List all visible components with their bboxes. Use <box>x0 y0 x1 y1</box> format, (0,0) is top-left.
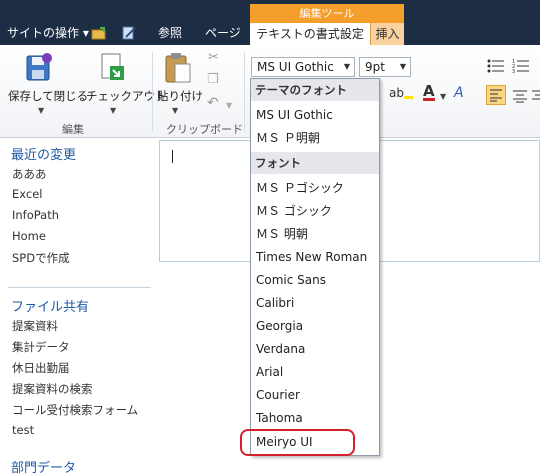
font-option[interactable]: ＭＳ ゴシック <box>256 200 374 222</box>
nav-divider <box>8 287 151 288</box>
font-option[interactable]: Calibri <box>256 292 374 314</box>
ribbon-separator <box>244 52 245 132</box>
checkout-icon[interactable] <box>98 52 128 84</box>
nav-item[interactable]: 集計データ <box>12 339 70 355</box>
save-close-icon[interactable] <box>24 52 54 84</box>
font-size-select[interactable]: 9pt ▼ <box>359 57 411 77</box>
site-actions-menu[interactable]: サイトの操作 ▾ <box>7 22 89 45</box>
tab-page[interactable]: ページ <box>205 22 241 45</box>
undo-icon[interactable]: ↶ <box>207 95 219 111</box>
font-option[interactable]: Arial <box>256 361 374 383</box>
align-center-icon[interactable] <box>511 87 529 105</box>
highlight-annotation <box>240 429 355 456</box>
font-option[interactable]: MS UI Gothic <box>256 104 374 126</box>
top-bar: サイトの操作 ▾ 参照 ページ 編集ツール テキストの書式設定 挿入 <box>0 0 540 45</box>
bullet-list-icon[interactable] <box>487 58 505 74</box>
nav-heading-dept[interactable]: 部門データ <box>11 457 76 476</box>
font-option[interactable]: Verdana <box>256 338 374 360</box>
undo-dropdown-icon[interactable]: ▼ <box>226 101 232 110</box>
group-clipboard-label: クリップボード <box>166 123 243 136</box>
text-cursor <box>172 150 173 163</box>
tab-browse[interactable]: 参照 <box>158 22 182 45</box>
nav-item[interactable]: 休日出勤届 <box>12 360 70 376</box>
font-family-value: MS UI Gothic <box>257 60 334 74</box>
menu-section-fonts: フォント <box>251 152 379 174</box>
paste-dropdown-icon[interactable]: ▼ <box>172 106 178 115</box>
font-option[interactable]: Georgia <box>256 315 374 337</box>
chevron-down-icon: ▼ <box>343 62 350 71</box>
font-color-dropdown-icon[interactable]: ▼ <box>440 92 446 101</box>
ribbon-separator <box>152 52 153 132</box>
nav-item[interactable]: Home <box>12 229 46 243</box>
font-family-select[interactable]: MS UI Gothic ▼ <box>251 57 355 77</box>
checkout-dropdown-icon[interactable]: ▼ <box>110 106 116 115</box>
font-option[interactable]: ＭＳ Ｐ明朝 <box>256 127 374 149</box>
nav-heading-recent[interactable]: 最近の変更 <box>11 144 76 163</box>
menu-section-theme-fonts: テーマのフォント <box>251 79 379 101</box>
nav-item[interactable]: あああ <box>12 166 47 182</box>
edit-page-icon[interactable] <box>121 26 137 40</box>
font-option[interactable]: Courier <box>256 384 374 406</box>
numbered-list-icon[interactable]: 1 2 3 <box>512 58 530 74</box>
nav-item[interactable]: 提案資料の検索 <box>12 381 93 397</box>
nav-item[interactable]: test <box>12 423 34 437</box>
align-left-button[interactable] <box>486 85 506 105</box>
nav-heading-shared[interactable]: ファイル共有 <box>11 296 89 315</box>
svg-text:3: 3 <box>512 69 515 74</box>
tab-format-text[interactable]: テキストの書式設定 <box>250 23 371 45</box>
font-option[interactable]: Times New Roman <box>256 246 374 268</box>
font-option[interactable]: Tahoma <box>256 407 374 429</box>
save-close-dropdown-icon[interactable]: ▼ <box>38 106 44 115</box>
nav-item[interactable]: Excel <box>12 187 42 201</box>
save-close-button[interactable]: 保存して閉じる <box>8 88 88 104</box>
copy-icon[interactable]: ❐ <box>207 72 219 87</box>
font-option[interactable]: ＭＳ Ｐゴシック <box>256 177 374 199</box>
group-edit-label: 編集 <box>62 123 84 136</box>
chevron-down-icon: ▼ <box>399 62 406 71</box>
quick-launch-nav: 最近の変更 あああ Excel InfoPath Home SPDで作成 ファイ… <box>0 139 157 476</box>
paste-icon[interactable] <box>164 52 192 84</box>
font-color-icon[interactable]: A <box>423 84 435 101</box>
nav-item[interactable]: InfoPath <box>12 208 59 222</box>
font-size-value: 9pt <box>365 60 385 74</box>
align-left-icon <box>490 89 502 102</box>
editing-tools-group-label: 編集ツール <box>250 4 404 23</box>
highlight-color-icon[interactable]: ab <box>389 86 413 100</box>
clear-format-icon[interactable]: A <box>454 85 464 101</box>
checkout-button[interactable]: チェックアウト <box>86 88 167 104</box>
align-right-icon[interactable] <box>532 87 540 105</box>
font-family-menu: テーマのフォント MS UI Gothic ＭＳ Ｐ明朝 フォント ＭＳ Ｐゴシ… <box>250 78 380 456</box>
nav-item[interactable]: SPDで作成 <box>12 250 70 266</box>
paste-button[interactable]: 貼り付け <box>157 88 203 104</box>
nav-item[interactable]: 提案資料 <box>12 318 58 334</box>
navigate-up-icon[interactable] <box>91 26 107 40</box>
nav-item[interactable]: コール受付検索フォーム <box>12 402 138 418</box>
font-option[interactable]: Comic Sans <box>256 269 374 291</box>
tab-insert[interactable]: 挿入 <box>371 23 404 45</box>
cut-icon[interactable]: ✂ <box>208 50 219 65</box>
font-option[interactable]: ＭＳ 明朝 <box>256 223 374 245</box>
